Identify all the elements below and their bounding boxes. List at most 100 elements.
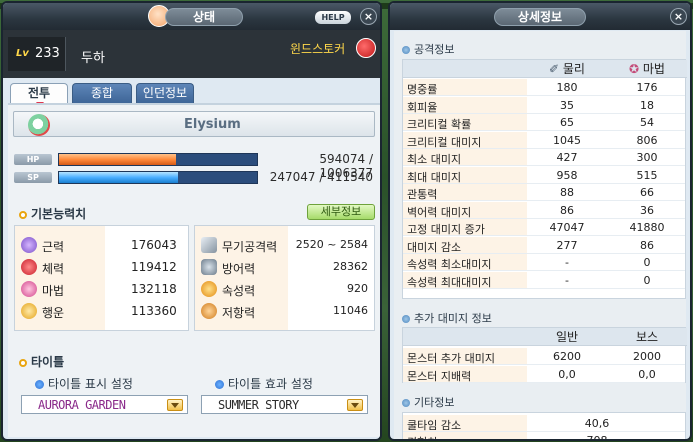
shield-icon bbox=[201, 259, 217, 275]
extra-damage-heading-text: 추가 대미지 정보 bbox=[414, 312, 492, 325]
extra-row-label: 몬스터 추가 대미지 bbox=[407, 352, 495, 365]
heart-icon bbox=[21, 259, 37, 275]
stat-name: 행운 bbox=[42, 306, 65, 320]
table-row: 몬스터 추가 대미지 6200 2000 bbox=[403, 348, 685, 365]
magic-icon bbox=[21, 281, 37, 297]
sp-bar-fill bbox=[59, 172, 178, 183]
physical-value: 958 bbox=[556, 168, 578, 182]
stat-row-strength: 근력 176043 bbox=[15, 234, 188, 256]
stat-value: 119412 bbox=[131, 260, 177, 274]
stat-value: 2520 ~ 2584 bbox=[295, 238, 368, 251]
etc-table: 쿨타임 감소 40,6 경험치 708 bbox=[402, 412, 686, 441]
attack-row-label: 고정 대미지 증가 bbox=[407, 223, 485, 236]
table-row: 명중률 180 176 bbox=[403, 79, 685, 96]
attack-info-heading: 공격정보 bbox=[402, 41, 454, 57]
level-label: Lv bbox=[16, 48, 29, 59]
hp-bar bbox=[58, 153, 258, 166]
detail-title: 상세정보 bbox=[494, 8, 586, 26]
base-stats-panel: 근력 176043 체력 119412 마법 132118 행운 113360 bbox=[14, 225, 189, 331]
close-icon[interactable]: × bbox=[360, 8, 377, 25]
magic-icon: ✪ bbox=[629, 62, 643, 76]
sp-bar bbox=[58, 171, 258, 184]
table-row: 최소 대미지 427 300 bbox=[403, 149, 685, 166]
table-row: 고정 대미지 증가 47047 41880 bbox=[403, 219, 685, 236]
attack-row-label: 크리티컬 확률 bbox=[407, 118, 472, 131]
detail-info-button[interactable]: 세부정보 bbox=[307, 204, 375, 220]
heading-bullet-icon bbox=[19, 211, 27, 219]
table-row: 쿨타임 감소 40,6 bbox=[403, 415, 685, 432]
title-effect-value: SUMMER STORY bbox=[218, 398, 299, 412]
col-physical: ✐ 물리 bbox=[527, 60, 607, 78]
attack-table-blank-header bbox=[403, 60, 527, 78]
chevron-down-icon[interactable] bbox=[347, 399, 363, 411]
title-effect-label: 타이틀 효과 설정 bbox=[215, 375, 313, 392]
stat-value: 176043 bbox=[131, 238, 177, 252]
magic-value: 0 bbox=[643, 256, 651, 269]
physical-value: - bbox=[565, 256, 569, 269]
level-value: 233 bbox=[35, 46, 60, 61]
title-display-value: AURORA GARDEN bbox=[38, 398, 126, 412]
col-magic: ✪ 마법 bbox=[607, 60, 687, 78]
character-header: Lv 233 두하 윈드스토커 bbox=[3, 30, 380, 78]
physical-value: 65 bbox=[560, 116, 574, 129]
tab-dungeon-info[interactable]: 인던정보 bbox=[136, 83, 194, 103]
title-effect-select[interactable]: SUMMER STORY bbox=[201, 395, 368, 414]
magic-value: 18 bbox=[640, 98, 654, 112]
heading-bullet-icon bbox=[402, 399, 410, 407]
physical-value: 47047 bbox=[549, 221, 585, 234]
magic-value: 36 bbox=[640, 203, 654, 217]
stat-row-luck: 행운 113360 bbox=[15, 300, 188, 322]
table-row: 최대 대미지 958 515 bbox=[403, 166, 685, 184]
guild-emblem-icon bbox=[28, 114, 50, 136]
magic-value: 176 bbox=[636, 81, 658, 94]
title-heading-text: 타이틀 bbox=[31, 355, 65, 369]
title-display-select[interactable]: AURORA GARDEN bbox=[21, 395, 188, 414]
extra-damage-table: 일반 보스 몬스터 추가 대미지 6200 2000 몬스터 지배력 0,0 0,0 bbox=[402, 327, 687, 383]
detail-titlebar[interactable]: 상세정보 × bbox=[390, 3, 690, 30]
stat-row-weapon-attack: 무기공격력 2520 ~ 2584 bbox=[195, 234, 374, 256]
stat-value: 11046 bbox=[333, 304, 368, 317]
status-window: 상태 HELP × Lv 233 두하 윈드스토커 전투 종합 인던정보 Ely… bbox=[1, 1, 382, 441]
guild-name: Elysium bbox=[184, 117, 241, 132]
help-button[interactable]: HELP bbox=[315, 11, 351, 24]
table-row: 대미지 감소 277 86 bbox=[403, 236, 685, 254]
physical-value: 1045 bbox=[553, 133, 581, 147]
table-row: 속성력 최대대미지 - 0 bbox=[403, 271, 685, 289]
guild-row: Elysium bbox=[13, 111, 375, 137]
sp-label: SP bbox=[14, 172, 52, 183]
combat-stats-panel: 무기공격력 2520 ~ 2584 방어력 28362 속성력 920 저항력 … bbox=[194, 225, 375, 331]
col-normal: 일반 bbox=[527, 328, 607, 346]
stat-name: 무기공격력 bbox=[222, 240, 278, 254]
stat-name: 체력 bbox=[42, 262, 65, 276]
attack-row-label: 명중률 bbox=[407, 83, 438, 96]
detail-body: 공격정보 ✐ 물리 ✪ 마법 명중률 180 176 회피율 35 18 크리티컬 확률 65… bbox=[394, 31, 687, 441]
stat-value: 920 bbox=[347, 282, 368, 295]
tab-battle[interactable]: 전투 bbox=[10, 83, 68, 104]
heading-bullet-icon bbox=[19, 359, 27, 367]
chevron-down-icon[interactable] bbox=[167, 399, 183, 411]
magic-value: 515 bbox=[636, 168, 658, 182]
attack-row-label: 속성력 최대대미지 bbox=[407, 275, 492, 289]
table-row: 벽어력 대미지 86 36 bbox=[403, 201, 685, 219]
normal-value: 0,0 bbox=[558, 367, 576, 381]
character-name: 두하 bbox=[81, 51, 105, 66]
attack-table: ✐ 물리 ✪ 마법 명중률 180 176 회피율 35 18 크리티컬 확률 65 54 크리티… bbox=[402, 59, 687, 299]
table-row: 몬스터 지배력 0,0 0,0 bbox=[403, 365, 685, 383]
extra-row-label: 몬스터 지배력 bbox=[407, 369, 472, 383]
status-title: 상태 bbox=[165, 8, 243, 26]
heading-bullet-icon bbox=[402, 315, 410, 323]
etc-value: 708 bbox=[586, 434, 608, 441]
close-icon[interactable]: × bbox=[670, 8, 687, 25]
tab-summary[interactable]: 종합 bbox=[72, 83, 132, 103]
extra-damage-heading: 추가 대미지 정보 bbox=[402, 310, 492, 326]
stat-row-magic: 마법 132118 bbox=[15, 278, 188, 300]
stat-row-defense: 방어력 28362 bbox=[195, 256, 374, 278]
table-row: 속성력 최소대미지 - 0 bbox=[403, 254, 685, 271]
magic-value: 0 bbox=[643, 273, 651, 287]
status-titlebar[interactable]: 상태 HELP × bbox=[3, 3, 380, 30]
job-icon bbox=[356, 38, 376, 58]
basic-stats-heading: 기본능력치 bbox=[19, 205, 86, 222]
stat-name: 근력 bbox=[42, 240, 65, 254]
stat-name: 마법 bbox=[42, 284, 65, 298]
stat-value: 28362 bbox=[333, 260, 368, 273]
